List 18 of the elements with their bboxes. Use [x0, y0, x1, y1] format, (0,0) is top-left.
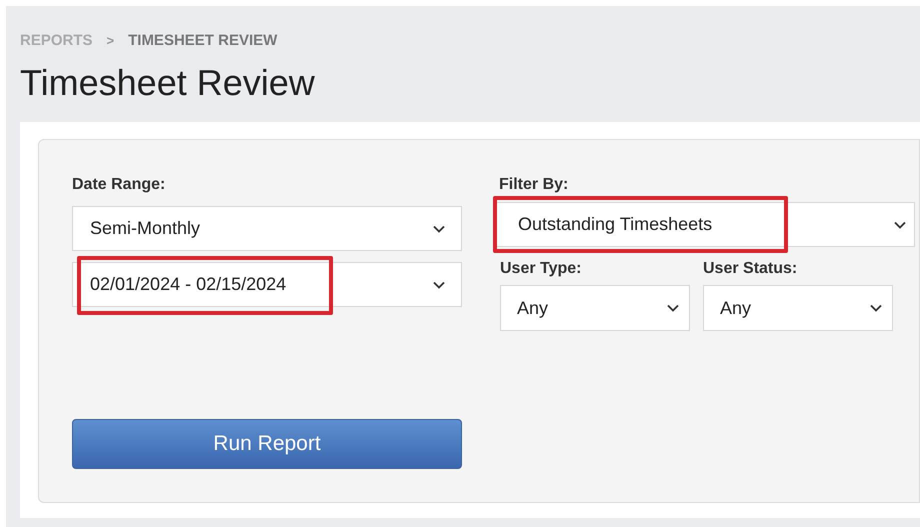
chevron-down-icon: [433, 280, 445, 288]
dropdown[interactable]: 02/01/2024 - 02/15/2024: [72, 262, 462, 307]
run-report-button[interactable]: Run Report: [72, 419, 462, 469]
dropdown[interactable]: Any: [703, 285, 893, 331]
field-label: User Status:: [703, 259, 798, 277]
dropdown[interactable]: Semi-Monthly: [72, 206, 462, 251]
field-label: Date Range:: [72, 175, 166, 193]
dropdown[interactable]: Outstanding Timesheets: [495, 202, 915, 247]
chevron-down-icon: [667, 304, 679, 312]
breadcrumb-separator: >: [106, 32, 114, 50]
dropdown[interactable]: Any: [500, 285, 690, 331]
field-label: User Type:: [500, 259, 583, 277]
page-title: Timesheet Review: [20, 62, 316, 104]
chevron-down-icon: [894, 220, 906, 228]
chevron-down-icon: [433, 224, 445, 232]
chevron-down-icon: [870, 304, 882, 312]
breadcrumb-link[interactable]: TIMESHEET REVIEW: [128, 30, 278, 52]
field-label: Filter By:: [499, 175, 570, 193]
